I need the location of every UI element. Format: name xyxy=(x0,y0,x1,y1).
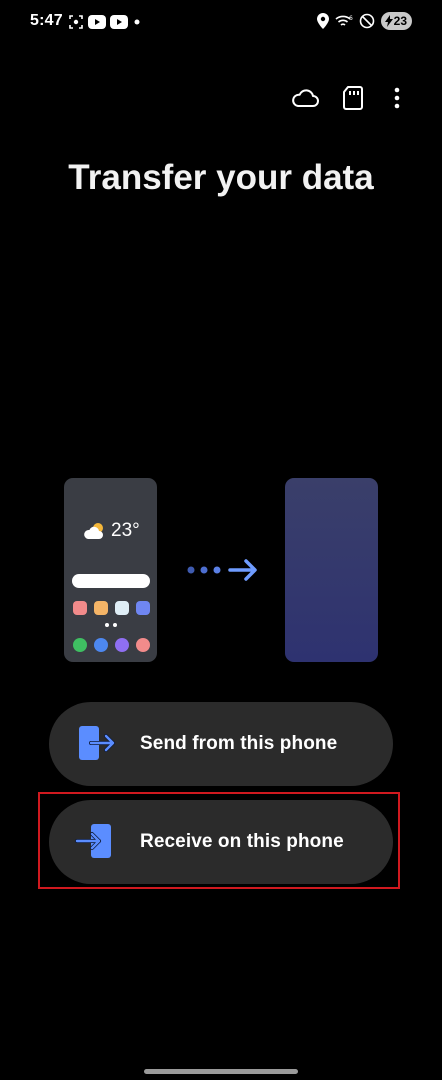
app-icon xyxy=(115,638,129,652)
search-bar-illustration xyxy=(72,574,150,588)
cloud-button[interactable] xyxy=(289,82,321,114)
dot-icon xyxy=(134,19,140,25)
app-icon xyxy=(94,638,108,652)
app-row-top xyxy=(73,601,150,615)
more-options-button[interactable] xyxy=(381,82,413,114)
highlight-box xyxy=(38,792,400,889)
battery-indicator: 23 xyxy=(380,12,412,30)
gesture-nav-handle[interactable] xyxy=(144,1069,298,1074)
page-title: Transfer your data xyxy=(68,158,374,197)
app-icon xyxy=(136,638,150,652)
source-phone-illustration: 23° xyxy=(64,478,157,662)
wifi-icon: 6 xyxy=(335,15,353,26)
app-icon xyxy=(73,638,87,652)
screenshot-icon xyxy=(69,15,83,29)
transfer-arrow-icon xyxy=(187,559,257,581)
battery-level: 23 xyxy=(393,14,407,28)
status-left-icons xyxy=(68,14,142,30)
app-icon xyxy=(94,601,108,615)
location-icon xyxy=(316,13,329,29)
youtube-icon xyxy=(88,15,106,29)
do-not-disturb-icon xyxy=(359,13,374,29)
target-phone-illustration xyxy=(285,478,378,662)
partly-cloudy-icon xyxy=(84,523,103,539)
app-icon xyxy=(73,601,87,615)
page-indicator xyxy=(105,623,117,627)
status-bar: 5:47 6 23 xyxy=(0,0,442,46)
send-phone-icon xyxy=(79,726,115,760)
send-label: Send from this phone xyxy=(140,733,338,754)
battery-charging-icon xyxy=(384,15,393,27)
sd-card-icon xyxy=(343,86,363,110)
app-icon xyxy=(136,601,150,615)
more-options-icon xyxy=(394,87,400,109)
svg-text:6: 6 xyxy=(349,15,353,22)
status-time: 5:47 xyxy=(30,12,63,29)
sd-card-button[interactable] xyxy=(337,82,369,114)
app-icon xyxy=(115,601,129,615)
youtube-icon xyxy=(110,15,128,29)
send-from-this-phone-button[interactable]: Send from this phone xyxy=(49,702,393,786)
weather-temperature: 23° xyxy=(111,520,140,541)
cloud-icon xyxy=(292,89,319,107)
status-right-icons: 6 23 xyxy=(316,12,412,30)
weather-widget: 23° xyxy=(82,520,140,542)
app-row-dock xyxy=(73,638,150,652)
